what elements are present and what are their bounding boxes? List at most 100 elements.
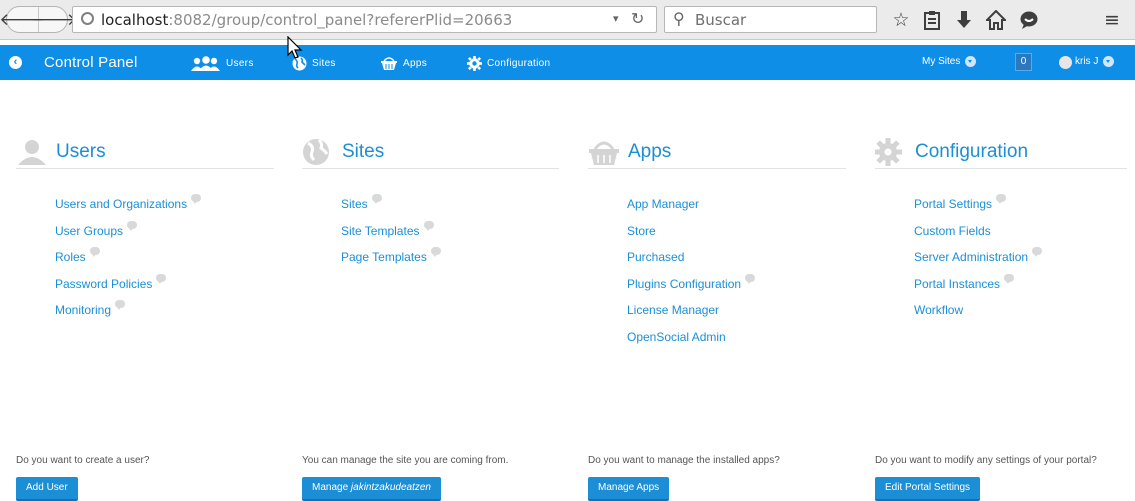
help-icon[interactable] bbox=[996, 194, 1007, 204]
link-list: Users and Organizations User Groups Role… bbox=[55, 194, 202, 330]
nav-buttons: 🡐 🡒 bbox=[0, 6, 77, 33]
link-workflow[interactable]: Workflow bbox=[914, 303, 1042, 330]
help-icon[interactable] bbox=[89, 247, 100, 258]
download-icon[interactable] bbox=[952, 8, 976, 32]
link-label: Password Policies bbox=[55, 276, 153, 291]
forward-arrow-icon[interactable]: 🡒 bbox=[31, 7, 77, 32]
link-custom-fields[interactable]: Custom Fields bbox=[914, 224, 1042, 251]
search-bar[interactable]: ⚲ Buscar bbox=[664, 6, 877, 33]
help-icon[interactable] bbox=[423, 220, 434, 231]
chat-icon[interactable] bbox=[1017, 8, 1041, 32]
home-icon[interactable] bbox=[984, 8, 1008, 32]
link-purchased[interactable]: Purchased bbox=[627, 250, 755, 277]
panel-header: Users bbox=[16, 135, 274, 169]
help-icon[interactable] bbox=[371, 194, 382, 204]
link-app-manager[interactable]: App Manager bbox=[627, 197, 755, 224]
manage-site-button[interactable]: Manage jakintzakudeatzen bbox=[302, 477, 441, 501]
link-opensocial-admin[interactable]: OpenSocial Admin bbox=[627, 330, 755, 357]
dock-item-configuration[interactable]: Configuration bbox=[467, 56, 550, 71]
link-site-templates[interactable]: Site Templates bbox=[341, 220, 441, 251]
url-history-dropdown-icon[interactable]: ▾ bbox=[613, 12, 619, 25]
edit-portal-settings-button[interactable]: Edit Portal Settings bbox=[875, 477, 981, 501]
my-sites-label: My Sites bbox=[922, 56, 961, 68]
clipboard-icon[interactable] bbox=[920, 8, 944, 32]
link-label: Plugins Configuration bbox=[627, 276, 742, 291]
basket-icon bbox=[589, 141, 619, 165]
panel-header: Apps bbox=[588, 135, 846, 169]
my-sites-menu[interactable]: My Sites bbox=[922, 56, 977, 68]
help-icon[interactable] bbox=[127, 220, 138, 231]
link-plugins-configuration[interactable]: Plugins Configuration bbox=[627, 273, 756, 304]
dock-item-apps[interactable]: Apps bbox=[380, 56, 427, 70]
star-icon[interactable]: ☆ bbox=[889, 8, 913, 32]
panel-header: Sites bbox=[302, 135, 559, 169]
link-label: User Groups bbox=[55, 223, 124, 238]
link-user-groups[interactable]: User Groups bbox=[55, 220, 201, 251]
dock-item-label: Users bbox=[226, 58, 254, 69]
url-path: :8082/group/control_panel?refererPlid=20… bbox=[168, 11, 513, 29]
link-sites[interactable]: Sites bbox=[341, 194, 441, 224]
chevron-down-icon bbox=[965, 56, 977, 67]
link-label: Roles bbox=[55, 250, 86, 265]
browser-toolbar: 🡐 🡒 localhost:8082/group/control_panel?r… bbox=[0, 0, 1135, 40]
link-server-administration[interactable]: Server Administration bbox=[914, 247, 1043, 277]
avatar[interactable] bbox=[1059, 56, 1072, 69]
notifications-badge[interactable]: 0 bbox=[1015, 53, 1032, 71]
help-icon[interactable] bbox=[745, 273, 756, 284]
dockbar-title[interactable]: Control Panel bbox=[44, 54, 138, 71]
dockbar: ‹ Control Panel Users Sites Apps Configu… bbox=[0, 45, 1135, 80]
basket-icon bbox=[381, 57, 397, 70]
add-user-button[interactable]: Add User bbox=[16, 477, 78, 501]
address-bar[interactable]: localhost:8082/group/control_panel?refer… bbox=[72, 6, 657, 33]
gear-icon bbox=[875, 138, 902, 166]
link-store[interactable]: Store bbox=[627, 224, 755, 251]
link-label: Workflow bbox=[914, 303, 964, 318]
search-input[interactable]: Buscar bbox=[695, 11, 746, 29]
link-license-manager[interactable]: License Manager bbox=[627, 303, 755, 330]
link-label: Site Templates bbox=[341, 223, 420, 238]
help-icon[interactable] bbox=[156, 273, 167, 284]
link-label: Users and Organizations bbox=[55, 197, 188, 211]
manage-apps-button[interactable]: Manage Apps bbox=[588, 477, 670, 501]
link-portal-instances[interactable]: Portal Instances bbox=[914, 273, 1042, 304]
hamburger-menu-icon[interactable]: ≡ bbox=[1100, 8, 1124, 32]
url-text[interactable]: localhost:8082/group/control_panel?refer… bbox=[101, 11, 512, 29]
link-label: Server Administration bbox=[914, 250, 1029, 265]
link-roles[interactable]: Roles bbox=[55, 247, 201, 277]
link-users-and-organizations[interactable]: Users and Organizations bbox=[55, 194, 202, 224]
help-icon[interactable] bbox=[191, 194, 202, 204]
gear-icon bbox=[467, 56, 482, 71]
configuration-question: Do you want to modify any settings of yo… bbox=[875, 455, 1097, 466]
dock-item-label: Apps bbox=[403, 57, 427, 69]
apps-panel: Apps App Manager Store Purchased Plugins… bbox=[588, 135, 846, 344]
panel-title: Users bbox=[56, 141, 106, 162]
globe-icon bbox=[303, 138, 329, 165]
url-host: localhost bbox=[101, 11, 169, 29]
dock-item-label: Sites bbox=[312, 58, 336, 69]
sites-panel: Sites Sites Site Templates Page Template… bbox=[302, 135, 559, 264]
panel-title: Sites bbox=[342, 141, 385, 162]
help-icon[interactable] bbox=[115, 300, 126, 311]
back-circle-icon[interactable]: ‹ bbox=[9, 56, 22, 69]
help-icon[interactable] bbox=[1032, 247, 1043, 258]
user-icon bbox=[18, 140, 46, 165]
link-label: Page Templates bbox=[341, 250, 427, 265]
search-icon: ⚲ bbox=[673, 9, 685, 28]
help-icon[interactable] bbox=[430, 247, 441, 258]
user-menu[interactable]: kris J bbox=[1075, 56, 1115, 68]
users-question: Do you want to create a user? bbox=[16, 455, 150, 466]
link-label: Custom Fields bbox=[914, 223, 991, 238]
globe-icon bbox=[81, 12, 94, 25]
reload-icon[interactable]: ↻ bbox=[631, 9, 644, 28]
dock-item-users[interactable]: Users bbox=[189, 56, 254, 71]
link-password-policies[interactable]: Password Policies bbox=[55, 273, 201, 304]
link-monitoring[interactable]: Monitoring bbox=[55, 300, 201, 330]
help-icon[interactable] bbox=[1004, 273, 1015, 284]
mouse-cursor-icon bbox=[287, 36, 303, 59]
panel-header: Configuration bbox=[875, 135, 1127, 169]
configuration-panel: Configuration Portal Settings Custom Fie… bbox=[875, 135, 1127, 317]
link-page-templates[interactable]: Page Templates bbox=[341, 247, 441, 277]
link-label: Purchased bbox=[627, 250, 685, 265]
user-name: kris J bbox=[1075, 56, 1099, 68]
link-portal-settings[interactable]: Portal Settings bbox=[914, 194, 1042, 224]
